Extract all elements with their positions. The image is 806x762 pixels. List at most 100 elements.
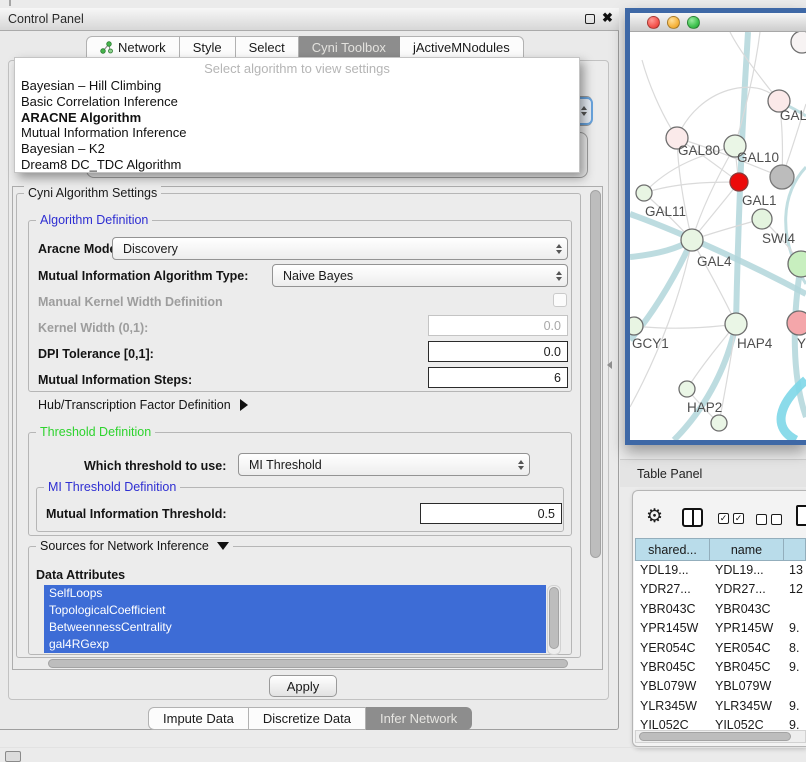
minimize-traffic-light[interactable] [667,16,680,29]
bottom-tab[interactable]: Infer Network [366,707,472,730]
table-row[interactable]: YBR045C YBR045C 9. [634,658,806,677]
tab[interactable]: Cyni Toolbox [299,36,400,59]
table-header-name[interactable]: name [709,538,784,561]
table-panel-titlebar[interactable]: Table Panel [620,459,806,487]
mi-steps-field[interactable]: 6 [428,367,568,388]
mi-type-label: Mutual Information Algorithm Type: [38,269,248,283]
table-row[interactable]: YPR145W YPR145W 9. [634,619,806,638]
settings-vertical-scrollbar[interactable] [590,190,601,558]
cell-name: YBL079W [715,677,789,696]
network-view-window: GALGAL80GAL10GAL1GAL11SWI4GAL4GCY1HAP4YH… [625,8,806,445]
network-node[interactable] [681,229,703,251]
spinner-arrows-icon[interactable] [512,460,529,470]
bottom-tab-label: Discretize Data [263,711,351,726]
table-row[interactable]: YLR345W YLR345W 9. [634,697,806,716]
attribute-item-selected[interactable]: BetweennessCentrality [44,619,546,636]
spinner-arrows-icon[interactable] [550,271,567,281]
columns-icon[interactable] [682,508,703,527]
algorithm-option[interactable]: Basic Correlation Inference [15,94,579,110]
deselect-all-boxes-icon[interactable] [756,514,782,525]
network-window-titlebar[interactable] [630,13,806,32]
manual-kernel-checkbox[interactable] [553,293,567,307]
table-header-shared-name[interactable]: shared... [635,538,710,561]
algorithm-option[interactable]: ARACNE Algorithm [15,110,579,126]
which-threshold-select[interactable]: MI Threshold [238,453,530,476]
mi-steps-label: Mutual Information Steps: [38,373,192,387]
table-row[interactable]: YBR043C YBR043C [634,600,806,619]
cell-name: YPR145W [715,619,789,638]
tab[interactable]: jActiveMNodules [400,36,524,59]
tab[interactable]: Network [86,36,180,59]
file-icon[interactable] [796,505,806,526]
network-canvas[interactable]: GALGAL80GAL10GAL1GAL11SWI4GAL4GCY1HAP4YH… [630,32,806,440]
bottom-tab[interactable]: Discretize Data [249,707,366,730]
table-row[interactable]: YDR27... YDR27... 12 [634,580,806,599]
kernel-width-field[interactable]: 0.0 [428,315,568,336]
network-node[interactable] [636,185,652,201]
algorithm-option[interactable]: Mutual Information Inference [15,125,579,141]
close-icon[interactable]: ✖ [602,13,613,23]
network-node-label: GAL11 [645,204,686,219]
table-row[interactable]: YER054C YER054C 8. [634,639,806,658]
select-all-checks-icon[interactable]: ✓ ✓ [718,513,744,524]
attributes-scroll-thumb[interactable] [549,587,559,649]
network-node[interactable] [725,313,747,335]
close-traffic-light[interactable] [647,16,660,29]
hub-definition-label: Hub/Transcription Factor Definition [38,398,231,412]
cell-value [789,600,806,619]
zoom-traffic-light[interactable] [687,16,700,29]
gear-icon[interactable]: ⚙ [646,507,663,527]
sources-toggle[interactable]: Sources for Network Inference [36,539,233,553]
network-node-label: Y [797,336,806,351]
attribute-item-selected[interactable]: TopologicalCoefficient [44,602,546,619]
window-edge-artifact [9,0,11,6]
algorithm-option[interactable]: Bayesian – K2 [15,141,579,157]
network-node-label: HAP4 [737,336,773,351]
hub-definition-toggle[interactable]: Hub/Transcription Factor Definition [38,398,248,412]
settings-horizontal-scrollbar[interactable] [48,659,568,668]
tab-label: Select [249,40,285,55]
cell-value [789,677,806,696]
table-body: YDL19... YDL19... 13 YDR27... YDR27... 1… [634,561,806,730]
dock-icon[interactable] [5,751,21,762]
network-edge [642,60,677,138]
apply-button[interactable]: Apply [269,675,337,697]
float-window-icon[interactable] [585,14,595,24]
tab[interactable]: Select [236,36,299,59]
network-edge [644,182,739,193]
algorithm-option[interactable]: Dream8 DC_TDC Algorithm [15,157,579,173]
mi-threshold-field[interactable]: 0.5 [420,503,562,524]
network-node[interactable] [679,381,695,397]
network-node[interactable] [730,173,748,191]
dpi-tolerance-field[interactable]: 0.0 [428,341,568,362]
network-node[interactable] [791,32,806,53]
network-node[interactable] [787,311,806,335]
network-node[interactable] [752,209,772,229]
network-node[interactable] [630,317,643,335]
network-node-label: GAL4 [697,254,732,269]
network-node-label: GAL80 [678,143,720,158]
table-hscroll-thumb[interactable] [639,732,791,741]
network-node[interactable] [711,415,727,431]
table-row[interactable]: YIL052C YIL052C 9. [634,716,806,730]
kernel-width-label: Kernel Width (0,1): [38,321,148,335]
algorithm-option[interactable]: Bayesian – Hill Climbing [15,78,579,94]
aracne-mode-select[interactable]: Discovery [112,237,568,260]
control-panel-titlebar[interactable]: Control Panel [0,8,619,31]
tab[interactable]: Style [180,36,236,59]
attribute-item-selected[interactable]: SelfLoops [44,585,546,602]
spinner-arrows-icon[interactable] [550,244,567,254]
mi-type-select[interactable]: Naive Bayes [272,264,568,287]
network-node[interactable] [770,165,794,189]
network-edge [634,324,736,328]
network-edge [677,87,779,138]
table-row[interactable]: YBL079W YBL079W [634,677,806,696]
attribute-item-selected[interactable]: gal4RGexp [44,636,546,653]
panel-resize-handle[interactable] [607,361,612,369]
mi-threshold-label: Mutual Information Threshold: [46,507,227,521]
cell-value: 13 [789,561,806,580]
table-header-partial[interactable] [783,538,806,561]
table-row[interactable]: YDL19... YDL19... 13 [634,561,806,580]
sources-title: Sources for Network Inference [40,539,209,553]
bottom-tab[interactable]: Impute Data [148,707,249,730]
